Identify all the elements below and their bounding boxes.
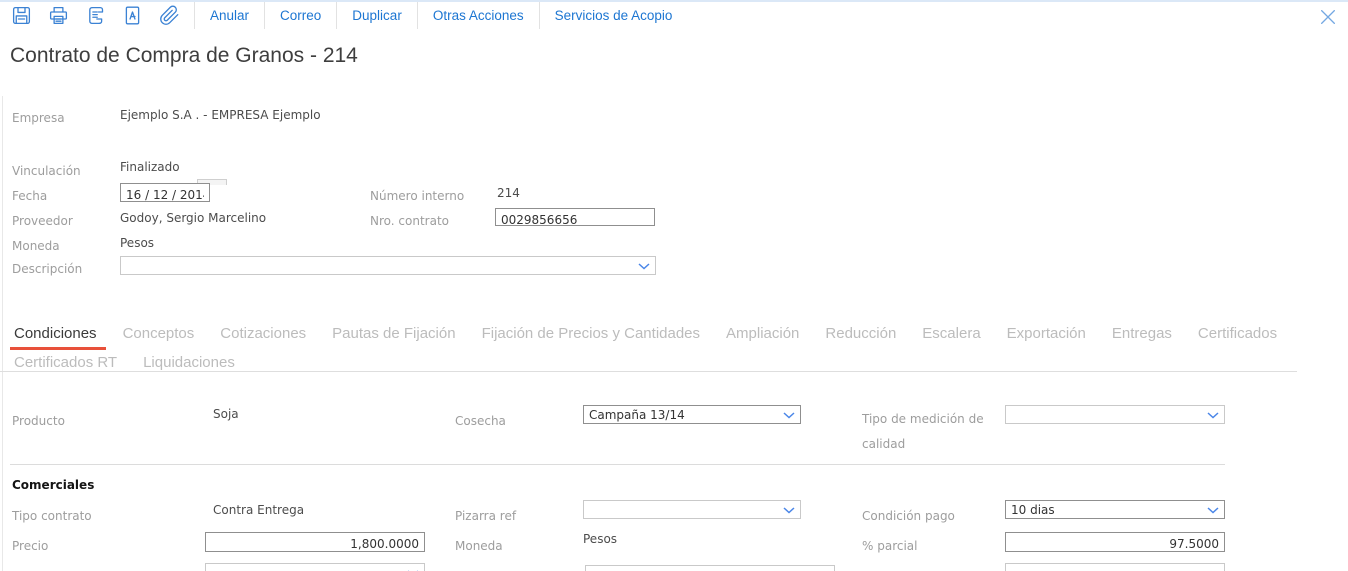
partial-select-bottom-left[interactable] (205, 563, 425, 571)
tab-ampliacion[interactable]: Ampliación (726, 325, 799, 342)
tab-certificados[interactable]: Certificados (1198, 325, 1277, 342)
tab-fijacion-de-precios-y-cantidades[interactable]: Fijación de Precios y Cantidades (482, 325, 700, 342)
anular-button[interactable]: Anular (194, 2, 264, 29)
precio-label: Precio (12, 539, 49, 553)
porcentaje-parcial-input[interactable] (1006, 535, 1224, 553)
comerciales-section-title: Comerciales (12, 478, 95, 492)
moneda-comercial-label: Moneda (455, 539, 503, 553)
condicion-pago-label: Condición pago (862, 509, 955, 523)
descripcion-select[interactable] (120, 256, 656, 275)
audit-log-icon[interactable] (84, 4, 107, 27)
pizarra-ref-select[interactable] (583, 500, 801, 519)
condicion-pago-select-value: 10 dias (1011, 502, 1055, 517)
precio-input-box (205, 532, 425, 553)
tab-conceptos[interactable]: Conceptos (123, 325, 195, 342)
porcentaje-parcial-label: % parcial (862, 539, 918, 553)
fecha-label: Fecha (12, 189, 48, 203)
tab-certificados-rt[interactable]: Certificados RT (14, 354, 117, 371)
close-button[interactable] (1317, 6, 1339, 28)
tab-entregas[interactable]: Entregas (1112, 325, 1172, 342)
fecha-input[interactable] (121, 186, 209, 204)
chevron-down-icon (638, 262, 650, 270)
tabs-row-2: Certificados RT Liquidaciones (14, 354, 1340, 371)
toolbar: Anular Correo Duplicar Otras Acciones Se… (0, 2, 1348, 29)
numero-interno-value: 214 (497, 186, 520, 200)
moneda-label: Moneda (12, 239, 60, 253)
cosecha-select[interactable]: Campaña 13/14 (583, 405, 801, 424)
producto-value: Soja (213, 407, 239, 421)
tab-liquidaciones[interactable]: Liquidaciones (143, 354, 235, 371)
descripcion-label: Descripción (12, 262, 83, 276)
chevron-down-icon (783, 411, 795, 419)
chevron-down-icon (783, 506, 795, 514)
grain-contract-window: Anular Correo Duplicar Otras Acciones Se… (0, 0, 1348, 571)
tabs-row-1: Condiciones Conceptos Cotizaciones Pauta… (10, 325, 1340, 350)
chevron-down-icon (1207, 411, 1219, 419)
attachment-icon[interactable] (158, 4, 181, 27)
tipo-contrato-label: Tipo contrato (12, 509, 92, 523)
precio-input[interactable] (206, 535, 424, 553)
numero-interno-label: Número interno (370, 189, 465, 203)
servicios-de-acopio-button[interactable]: Servicios de Acopio (538, 2, 688, 29)
tabs-bottom-border (0, 371, 1297, 372)
chevron-down-icon (1207, 506, 1219, 514)
tab-condiciones[interactable]: Condiciones (10, 325, 106, 350)
panel-left-border (2, 96, 3, 571)
tab-pautas-de-fijacion[interactable]: Pautas de Fijación (332, 325, 455, 342)
report-a-icon[interactable] (121, 4, 144, 27)
vinculacion-label: Vinculación (12, 164, 81, 178)
tab-cotizaciones[interactable]: Cotizaciones (220, 325, 306, 342)
fecha-input-box (120, 183, 210, 204)
cosecha-label: Cosecha (455, 414, 506, 428)
cosecha-select-value: Campaña 13/14 (589, 407, 685, 422)
moneda-comercial-value: Pesos (583, 532, 618, 546)
otras-acciones-button[interactable]: Otras Acciones (416, 2, 539, 29)
empresa-value: Ejemplo S.A . - EMPRESA Ejemplo (120, 108, 321, 122)
tab-reduccion[interactable]: Reducción (825, 325, 896, 342)
tab-escalera[interactable]: Escalera (922, 325, 980, 342)
condicion-pago-select[interactable]: 10 dias (1005, 500, 1225, 519)
empresa-label: Empresa (12, 111, 65, 125)
tab-exportacion[interactable]: Exportación (1007, 325, 1086, 342)
moneda-value: Pesos (120, 236, 155, 250)
close-icon (1321, 10, 1335, 24)
nro-contrato-input[interactable] (496, 212, 654, 228)
save-icon[interactable] (10, 4, 33, 27)
nro-contrato-label: Nro. contrato (370, 214, 449, 228)
correo-button[interactable]: Correo (264, 2, 336, 29)
partial-input-bottom-right[interactable] (1005, 563, 1225, 571)
producto-label: Producto (12, 414, 65, 428)
porcentaje-parcial-input-box (1005, 532, 1225, 553)
section-divider (10, 464, 1225, 465)
toolbar-icon-group (0, 2, 194, 29)
tipo-medicion-select[interactable] (1005, 405, 1225, 424)
tipo-medicion-label: Tipo de medición de calidad (862, 412, 984, 451)
tab-bar: Condiciones Conceptos Cotizaciones Pauta… (10, 325, 1340, 383)
proveedor-value: Godoy, Sergio Marcelino (120, 211, 267, 225)
duplicar-button[interactable]: Duplicar (336, 2, 417, 29)
vinculacion-value: Finalizado (120, 160, 180, 174)
tipo-contrato-value: Contra Entrega (213, 503, 305, 517)
partial-input-bottom-middle[interactable] (585, 565, 835, 571)
proveedor-label: Proveedor (12, 214, 73, 228)
print-icon[interactable] (47, 4, 70, 27)
page-title: Contrato de Compra de Granos - 214 (10, 44, 358, 67)
nro-contrato-input-box (495, 208, 655, 228)
pizarra-ref-label: Pizarra ref (455, 509, 517, 523)
